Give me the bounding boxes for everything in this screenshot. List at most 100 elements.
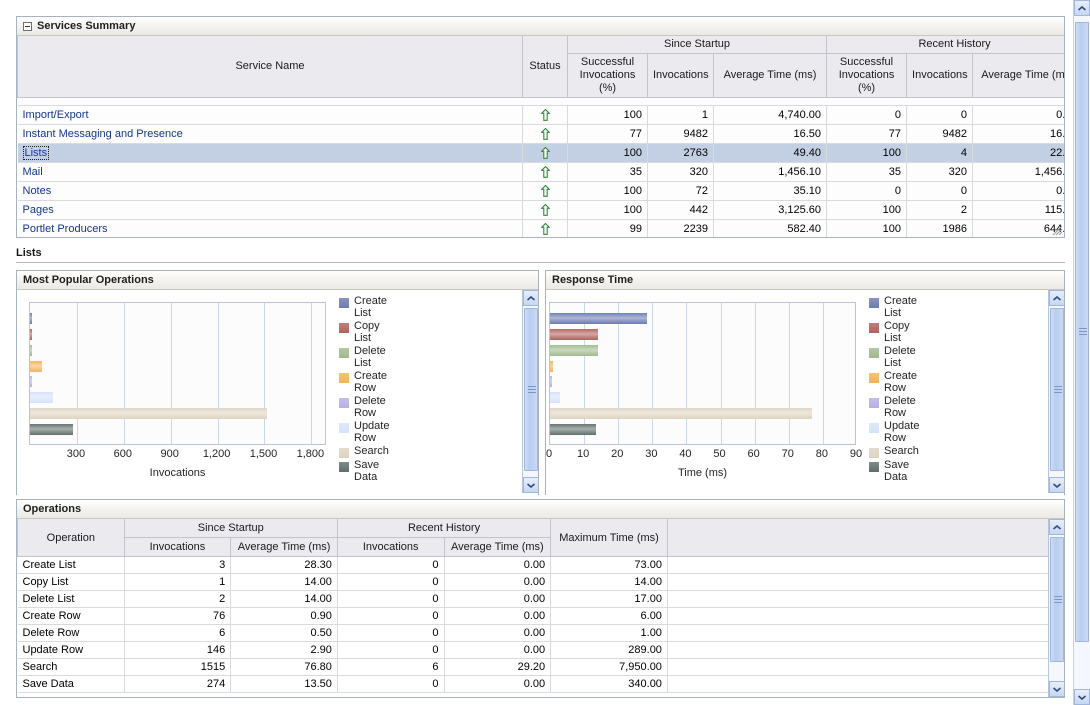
chart-scroll-up-button[interactable]: [1049, 290, 1064, 306]
bar-delete-row[interactable]: [30, 376, 32, 387]
bar-update-row[interactable]: [30, 392, 53, 403]
table-row[interactable]: Mail353201,456.10353201,456.10: [17, 162, 1064, 182]
bar-copy-list[interactable]: [550, 329, 598, 340]
legend-item[interactable]: Delete Row: [339, 395, 389, 419]
bar-create-row[interactable]: [30, 361, 42, 372]
col-ops-rh-invocations[interactable]: Invocations: [336, 537, 445, 557]
legend-item[interactable]: Copy List: [869, 320, 919, 344]
chart-scroll-thumb[interactable]: [1050, 308, 1064, 471]
chart-scrollbar[interactable]: [1048, 290, 1064, 493]
cell-service-name[interactable]: Import/Export: [17, 105, 523, 125]
bar-search[interactable]: [30, 408, 267, 419]
bar-create-list[interactable]: [30, 313, 32, 324]
legend-item[interactable]: Create Row: [339, 370, 389, 394]
legend-item[interactable]: Search: [869, 445, 919, 458]
legend-item[interactable]: Create Row: [869, 370, 919, 394]
chart-scroll-thumb[interactable]: [524, 308, 538, 471]
col-ss-invocations[interactable]: Invocations: [647, 53, 714, 98]
bar-create-list[interactable]: [550, 313, 647, 324]
table-row[interactable]: Search 1515 76.80 6 29.20 7,950.00: [17, 658, 1064, 676]
bar-delete-list[interactable]: [550, 345, 598, 356]
page-scroll-down-button[interactable]: [1074, 689, 1090, 705]
table-row[interactable]: Delete Row 6 0.50 0 0.00 1.00: [17, 624, 1064, 642]
page-scroll-thumb[interactable]: [1075, 22, 1089, 642]
resize-grip-icon[interactable]: [1052, 225, 1063, 236]
bar-create-row[interactable]: [550, 361, 554, 372]
cell-service-name[interactable]: Notes: [17, 181, 523, 201]
collapse-icon[interactable]: [23, 21, 32, 31]
operations-table: Operation Since Startup Recent History M…: [17, 519, 1064, 693]
bar-search[interactable]: [550, 408, 812, 419]
cell-service-name[interactable]: Portlet Producers: [17, 219, 523, 237]
col-ops-ss-average-time[interactable]: Average Time (ms): [230, 537, 338, 557]
table-row[interactable]: Update Row 146 2.90 0 0.00 289.00: [17, 641, 1064, 659]
chart-scroll-down-button[interactable]: [1049, 477, 1064, 493]
col-status[interactable]: Status: [522, 36, 568, 98]
col-rh-invocations[interactable]: Invocations: [906, 53, 974, 98]
chart-scroll-down-button[interactable]: [523, 477, 538, 493]
legend-item[interactable]: Search: [339, 445, 389, 458]
col-maximum-time[interactable]: Maximum Time (ms): [550, 519, 668, 557]
operations-scroll-up-button[interactable]: [1049, 519, 1064, 535]
bar-save-data[interactable]: [30, 424, 73, 435]
col-ops-rh-average-time[interactable]: Average Time (ms): [443, 537, 552, 557]
legend-item[interactable]: Save Data: [869, 459, 919, 483]
legend-item[interactable]: Update Row: [869, 420, 919, 444]
table-row[interactable]: Copy List 1 14.00 0 0.00 14.00: [17, 573, 1064, 591]
col-rh-average-time[interactable]: Average Time (ms): [972, 53, 1064, 98]
table-row[interactable]: Portlet Producers 992239582.401001986644.…: [17, 219, 1064, 237]
cell-status: [522, 200, 568, 220]
legend-item[interactable]: Delete List: [339, 345, 389, 369]
table-row[interactable]: Pages1004423,125.601002115.50: [17, 200, 1064, 220]
cell-service-name[interactable]: Lists: [17, 143, 523, 163]
gridline: [788, 303, 790, 444]
table-row[interactable]: Create List 3 28.30 0 0.00 73.00: [17, 556, 1064, 574]
operations-scroll-thumb[interactable]: [1050, 537, 1064, 662]
bar-save-data[interactable]: [550, 424, 597, 435]
bar-copy-list[interactable]: [30, 329, 32, 340]
service-link[interactable]: Mail: [23, 166, 43, 178]
cell-ops-rh-invocations: 0: [337, 675, 445, 693]
legend-item[interactable]: Create List: [339, 295, 389, 319]
legend-item[interactable]: Delete Row: [869, 395, 919, 419]
service-link[interactable]: Import/Export: [23, 109, 89, 121]
cell-service-name[interactable]: Instant Messaging and Presence: [17, 124, 523, 144]
table-row[interactable]: Notes1007235.10000.00: [17, 181, 1064, 201]
cell-service-name[interactable]: Pages: [17, 200, 523, 220]
operations-scroll-down-button[interactable]: [1049, 681, 1064, 697]
legend-label: Save Data: [354, 459, 380, 483]
cell-service-name[interactable]: Mail: [17, 162, 523, 182]
bar-delete-row[interactable]: [550, 376, 552, 387]
service-link[interactable]: Notes: [23, 185, 52, 197]
service-link[interactable]: Pages: [23, 204, 54, 216]
table-row[interactable]: Delete List 2 14.00 0 0.00 17.00: [17, 590, 1064, 608]
bar-delete-list[interactable]: [30, 345, 32, 356]
legend-item[interactable]: Save Data: [339, 459, 389, 483]
bar-update-row[interactable]: [550, 392, 560, 403]
table-row[interactable]: Instant Messaging and Presence 77 9482 16.5…: [17, 124, 1064, 144]
col-ops-ss-invocations[interactable]: Invocations: [123, 537, 232, 557]
page-scrollbar[interactable]: [1073, 0, 1090, 705]
legend-item[interactable]: Update Row: [339, 420, 389, 444]
table-row[interactable]: Save Data 274 13.50 0 0.00 340.00: [17, 675, 1064, 693]
chart-scrollbar[interactable]: [522, 290, 538, 493]
service-link[interactable]: Lists: [25, 147, 48, 159]
col-ss-average-time[interactable]: Average Time (ms): [712, 53, 828, 98]
service-link[interactable]: Instant Messaging and Presence: [23, 128, 183, 140]
table-row[interactable]: Import/Export10014,740.00000.00: [17, 105, 1064, 125]
table-row[interactable]: Lists100276349.40100422.80: [17, 143, 1064, 163]
table-row[interactable]: Create Row 76 0.90 0 0.00 6.00: [17, 607, 1064, 625]
cell-rh-average-time: 1,456.10: [972, 162, 1064, 182]
service-link[interactable]: Portlet Producers: [23, 223, 108, 235]
legend-swatch-icon: [869, 398, 879, 408]
chart-scroll-up-button[interactable]: [523, 290, 538, 306]
page-scroll-up-button[interactable]: [1074, 0, 1090, 16]
legend-item[interactable]: Copy List: [339, 320, 389, 344]
legend-item[interactable]: Delete List: [869, 345, 919, 369]
col-service-name[interactable]: Service Name: [17, 36, 523, 98]
legend-item[interactable]: Create List: [869, 295, 919, 319]
col-ss-successful-pct[interactable]: Successful Invocations (%): [567, 53, 648, 98]
col-operation[interactable]: Operation: [17, 519, 125, 557]
operations-scrollbar[interactable]: [1048, 519, 1064, 697]
col-rh-successful-pct[interactable]: Successful Invocations (%): [826, 53, 908, 98]
